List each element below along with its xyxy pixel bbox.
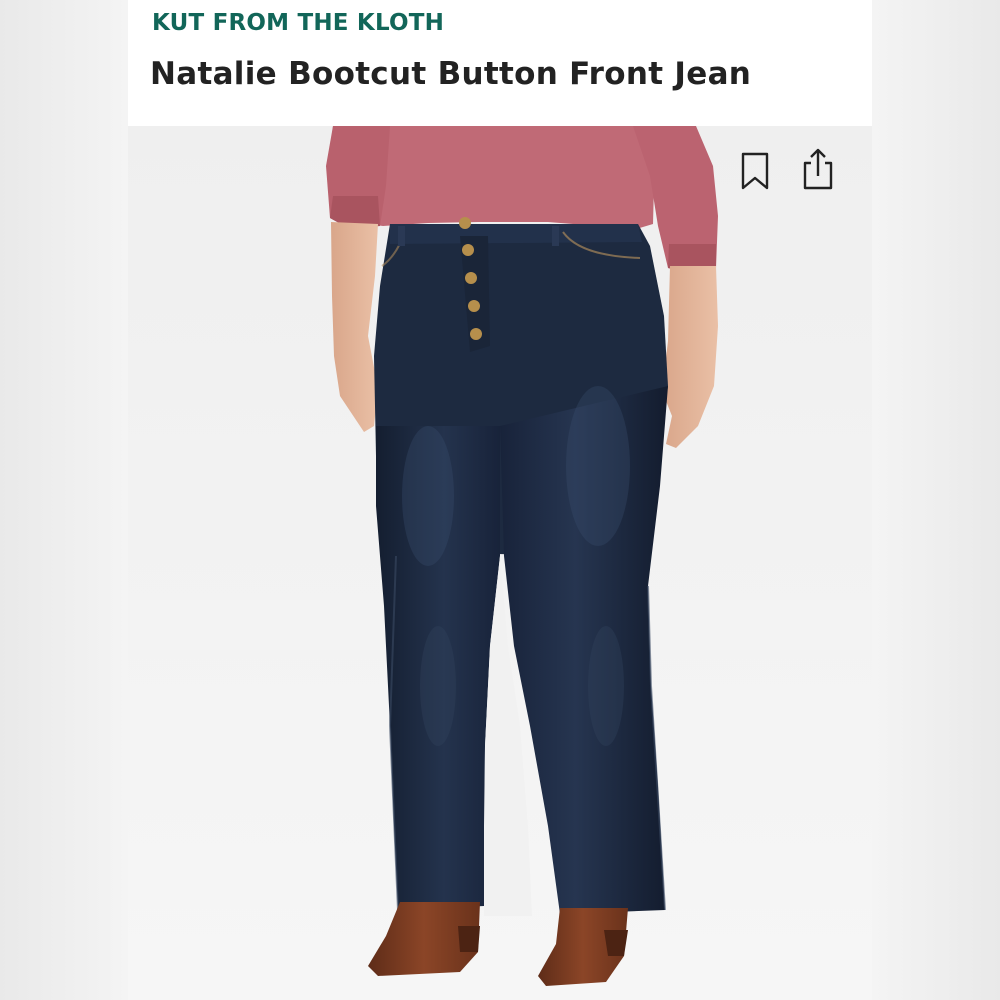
jeans <box>374 224 668 916</box>
bookmark-icon[interactable] <box>733 146 777 196</box>
product-card: KUT FROM THE KLOTH Natalie Bootcut Butto… <box>128 0 872 1000</box>
share-icon[interactable] <box>796 144 840 194</box>
product-image[interactable] <box>128 126 872 1000</box>
product-title: Natalie Bootcut Button Front Jean <box>150 56 752 92</box>
brand-name[interactable]: KUT FROM THE KLOTH <box>152 10 444 36</box>
product-header: KUT FROM THE KLOTH Natalie Bootcut Butto… <box>128 0 872 126</box>
product-photo-illustration <box>128 126 872 1000</box>
